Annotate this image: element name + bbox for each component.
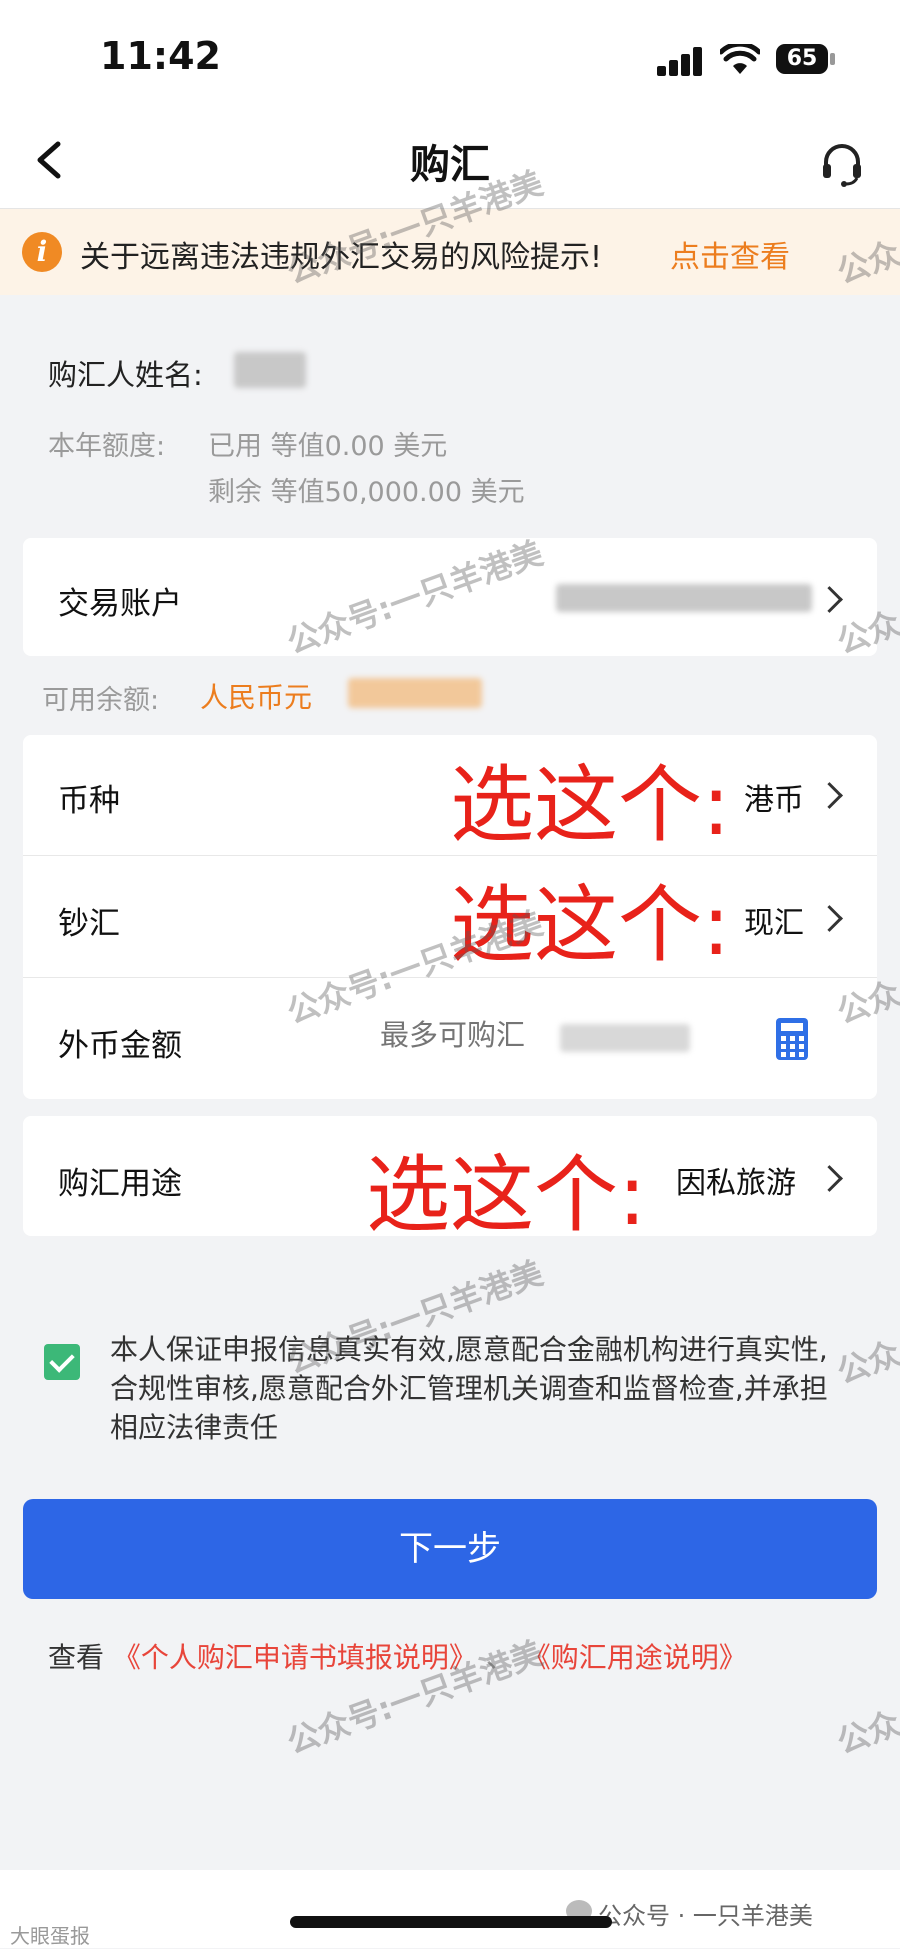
battery-cap: [830, 53, 835, 65]
battery-icon: 65: [776, 44, 828, 74]
cash-type-value: 现汇: [744, 906, 804, 941]
purpose-label: 购汇用途: [58, 1166, 182, 1202]
bottom-watermark: 公众号 · 一只羊港美: [598, 1902, 813, 1930]
watermark: 公众: [832, 1703, 900, 1762]
quota-remaining: 剩余 等值50,000.00 美元: [208, 477, 525, 508]
calculator-icon[interactable]: [776, 1018, 808, 1060]
links-prefix: 查看: [48, 1641, 105, 1674]
view-notice-link[interactable]: 点击查看: [670, 232, 790, 276]
buyer-name-redacted: [234, 352, 306, 388]
cellular-signal-icon: [657, 46, 703, 76]
home-indicator[interactable]: [290, 1916, 612, 1928]
amount-input[interactable]: [380, 1010, 550, 1060]
next-step-button[interactable]: 下一步: [23, 1499, 877, 1599]
account-number-redacted: [556, 584, 812, 612]
annotation-currency: 选这个:: [450, 756, 731, 854]
wifi-icon: [720, 44, 760, 74]
amount-max-redacted: [560, 1024, 690, 1052]
guide-links: 查看 《个人购汇申请书填报说明》 、 《购汇用途说明》: [48, 1636, 747, 1676]
currency-value: 港币: [744, 783, 804, 818]
status-time: 11:42: [100, 34, 221, 78]
page-title: 购汇: [410, 142, 490, 188]
amount-label: 外币金额: [58, 1028, 182, 1064]
declaration-checkbox[interactable]: [44, 1344, 80, 1380]
available-balance-redacted: [348, 678, 482, 708]
account-label: 交易账户: [58, 586, 182, 622]
annotation-purpose: 选这个:: [366, 1146, 647, 1244]
cash-type-label: 钞汇: [58, 906, 120, 942]
available-balance-currency: 人民币元: [200, 681, 313, 714]
purpose-value: 因私旅游: [676, 1166, 796, 1201]
customer-service-icon[interactable]: [818, 140, 866, 188]
annual-quota-label: 本年额度:: [48, 431, 166, 462]
purpose-description-link[interactable]: 《购汇用途说明》: [523, 1641, 747, 1674]
available-balance-label: 可用余额:: [42, 685, 160, 716]
buyer-name-label: 购汇人姓名:: [48, 358, 203, 392]
currency-label: 币种: [58, 783, 120, 819]
declaration-text: 本人保证申报信息真实有效,愿意配合金融机构进行真实性,合规性审核,愿意配合外汇管…: [110, 1333, 828, 1444]
corner-watermark: 大眼蛋报: [10, 1924, 90, 1948]
quota-used: 已用 等值0.00 美元: [208, 431, 448, 462]
info-icon: i: [22, 232, 62, 272]
